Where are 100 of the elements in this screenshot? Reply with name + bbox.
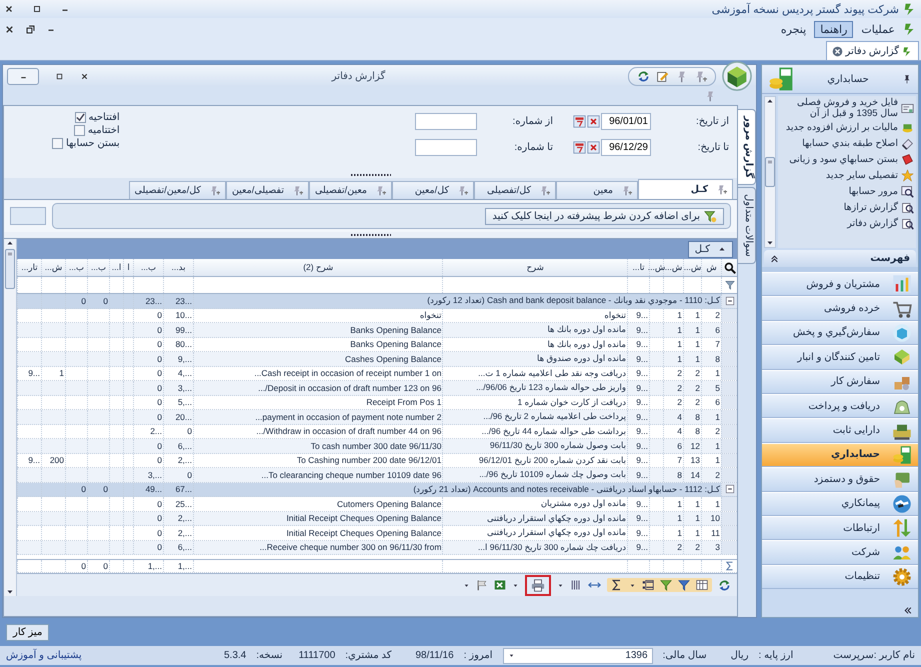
input-field[interactable] — [415, 112, 477, 130]
shortcut-item[interactable]: بستن حسابهاي سود و زیانی — [780, 152, 914, 167]
shortcut-item[interactable]: گزارش ترازها — [780, 200, 914, 215]
close-icon[interactable] — [80, 72, 89, 80]
level-tab[interactable]: کل/معین — [392, 181, 474, 199]
column-header[interactable]: ش — [701, 259, 721, 276]
print-button[interactable] — [525, 574, 551, 596]
chevron-icon[interactable] — [903, 606, 912, 615]
close-icon[interactable] — [832, 46, 843, 56]
columns-bars-icon[interactable] — [570, 579, 582, 591]
module-item[interactable]: ارتباطات — [762, 516, 918, 540]
flag-icon[interactable] — [476, 579, 488, 591]
date-field[interactable]: 96/12/29 — [601, 138, 651, 156]
group-by-chip[interactable]: کـل — [688, 240, 733, 258]
list-header[interactable]: فهرست — [764, 250, 916, 267]
shortcut-item[interactable]: مرور حسابها — [780, 184, 914, 199]
list-icon[interactable] — [642, 579, 654, 591]
clear-icon[interactable] — [587, 114, 600, 128]
level-tab[interactable]: کل/تفصیلی — [474, 181, 556, 199]
menu-item[interactable]: راهنما — [814, 20, 854, 38]
checkbox[interactable] — [74, 112, 86, 123]
calendar-icon[interactable] — [573, 114, 586, 128]
document-tab[interactable]: گزارش دفاتر — [826, 41, 919, 60]
add-condition-button[interactable]: برای اضافه کردن شرط پیشرفته در اینجا کلیک کنید — [485, 208, 724, 224]
down-icon[interactable] — [766, 239, 774, 247]
caret-icon[interactable] — [557, 582, 564, 588]
column-header[interactable]: ب... — [65, 259, 87, 276]
input-field[interactable] — [415, 138, 477, 156]
column-header[interactable]: ب... — [133, 259, 163, 276]
module-item[interactable]: حقوق و دستمزد — [762, 467, 918, 492]
menu-item[interactable]: عملیات — [855, 20, 901, 38]
column-header[interactable]: شرح (2) — [193, 259, 442, 276]
column-header[interactable]: تا... — [627, 259, 649, 276]
down-icon[interactable] — [6, 588, 14, 596]
module-item[interactable]: شرکت — [762, 540, 918, 565]
level-tab[interactable]: تفصیلی/معین — [226, 181, 309, 199]
module-item[interactable]: مشتریان و فروش — [762, 272, 918, 296]
splitter-handle[interactable] — [350, 173, 390, 177]
column-header[interactable]: ش... — [663, 259, 683, 276]
close-icon[interactable] — [4, 24, 15, 34]
search-icon[interactable] — [724, 262, 736, 274]
filter-icon[interactable] — [660, 579, 672, 591]
splitter-handle[interactable] — [350, 233, 390, 237]
module-item[interactable]: پیمانکاري — [762, 492, 918, 516]
column-header[interactable]: ب... — [87, 259, 109, 276]
calendar-icon[interactable] — [573, 140, 586, 154]
shortcut-item[interactable]: مالیات بر ارزش افزوده جدید — [780, 120, 914, 135]
caret-icon[interactable] — [512, 582, 519, 588]
pin-icon[interactable] — [902, 74, 912, 84]
minimize-button[interactable] — [7, 68, 39, 84]
edit-icon[interactable] — [656, 70, 669, 82]
module-item[interactable]: دریافت و پرداخت — [762, 394, 918, 418]
date-field[interactable]: 96/01/01 — [601, 112, 651, 130]
module-item[interactable]: حسابداري — [762, 442, 918, 468]
checkbox[interactable] — [52, 138, 63, 149]
module-item[interactable]: دارایی ثابت — [762, 418, 918, 443]
scrollbar-thumb[interactable] — [765, 157, 775, 187]
column-header[interactable]: ا — [123, 259, 133, 276]
column-header[interactable]: بد... — [163, 259, 193, 276]
caret-icon[interactable] — [463, 582, 470, 588]
scrollbar-thumb[interactable] — [5, 249, 15, 289]
year-dropdown[interactable]: 1396 — [502, 648, 653, 664]
level-tab[interactable]: معین — [556, 181, 638, 199]
module-item[interactable]: تنظیمات — [762, 564, 918, 590]
level-tab[interactable]: معین/تفصیلی — [308, 181, 392, 199]
module-item[interactable]: تامین کنندگان و انبار — [762, 345, 918, 370]
checkbox[interactable] — [74, 125, 85, 136]
maximize-icon[interactable] — [32, 4, 42, 14]
module-item[interactable]: خرده فروشی — [762, 296, 918, 321]
up-icon[interactable] — [766, 97, 774, 105]
desktop-button[interactable]: میز کار — [6, 624, 50, 640]
shortcut-item[interactable]: تفصیلی سایر جدید — [780, 168, 914, 183]
input-field[interactable] — [10, 207, 46, 225]
refresh-icon[interactable] — [637, 70, 650, 82]
shortcut-item[interactable]: گزارش دفاتر — [780, 216, 914, 231]
sigma-icon[interactable] — [611, 579, 623, 591]
side-tab[interactable]: گزارش مرور — [738, 109, 756, 186]
pin-add-icon[interactable] — [694, 70, 707, 82]
restore-icon[interactable] — [25, 24, 36, 34]
shortcut-item[interactable]: فایل خرید و فروش فصلی سال 1395 و قبل از آن — [780, 97, 914, 119]
support-link[interactable]: پشتیبانی و آموزش — [6, 650, 82, 661]
module-item[interactable]: سفارش کار — [762, 370, 918, 394]
close-icon[interactable] — [4, 4, 14, 14]
collapse-icon[interactable] — [724, 484, 734, 494]
refresh-icon[interactable] — [718, 578, 731, 592]
column-header[interactable]: ا... — [109, 259, 123, 276]
filter-icon[interactable] — [724, 280, 734, 290]
column-header[interactable]: شرح — [442, 259, 627, 276]
collapse-icon[interactable] — [724, 296, 734, 306]
menu-item[interactable]: پنجره — [774, 20, 812, 38]
shortcut-item[interactable]: اصلاح طبقه بندي حسابها — [780, 136, 914, 151]
columns-icon[interactable] — [696, 579, 708, 591]
maximize-icon[interactable] — [55, 72, 64, 80]
level-tab[interactable]: کـل — [638, 179, 733, 199]
caret-icon[interactable] — [629, 582, 636, 588]
filter-icon[interactable] — [678, 579, 690, 591]
column-header[interactable]: ش... — [683, 259, 701, 276]
module-item[interactable]: سفارش‌گیري و پخش — [762, 320, 918, 346]
side-tab[interactable]: سوالات متداول — [738, 187, 756, 264]
excel-icon[interactable] — [494, 579, 506, 591]
